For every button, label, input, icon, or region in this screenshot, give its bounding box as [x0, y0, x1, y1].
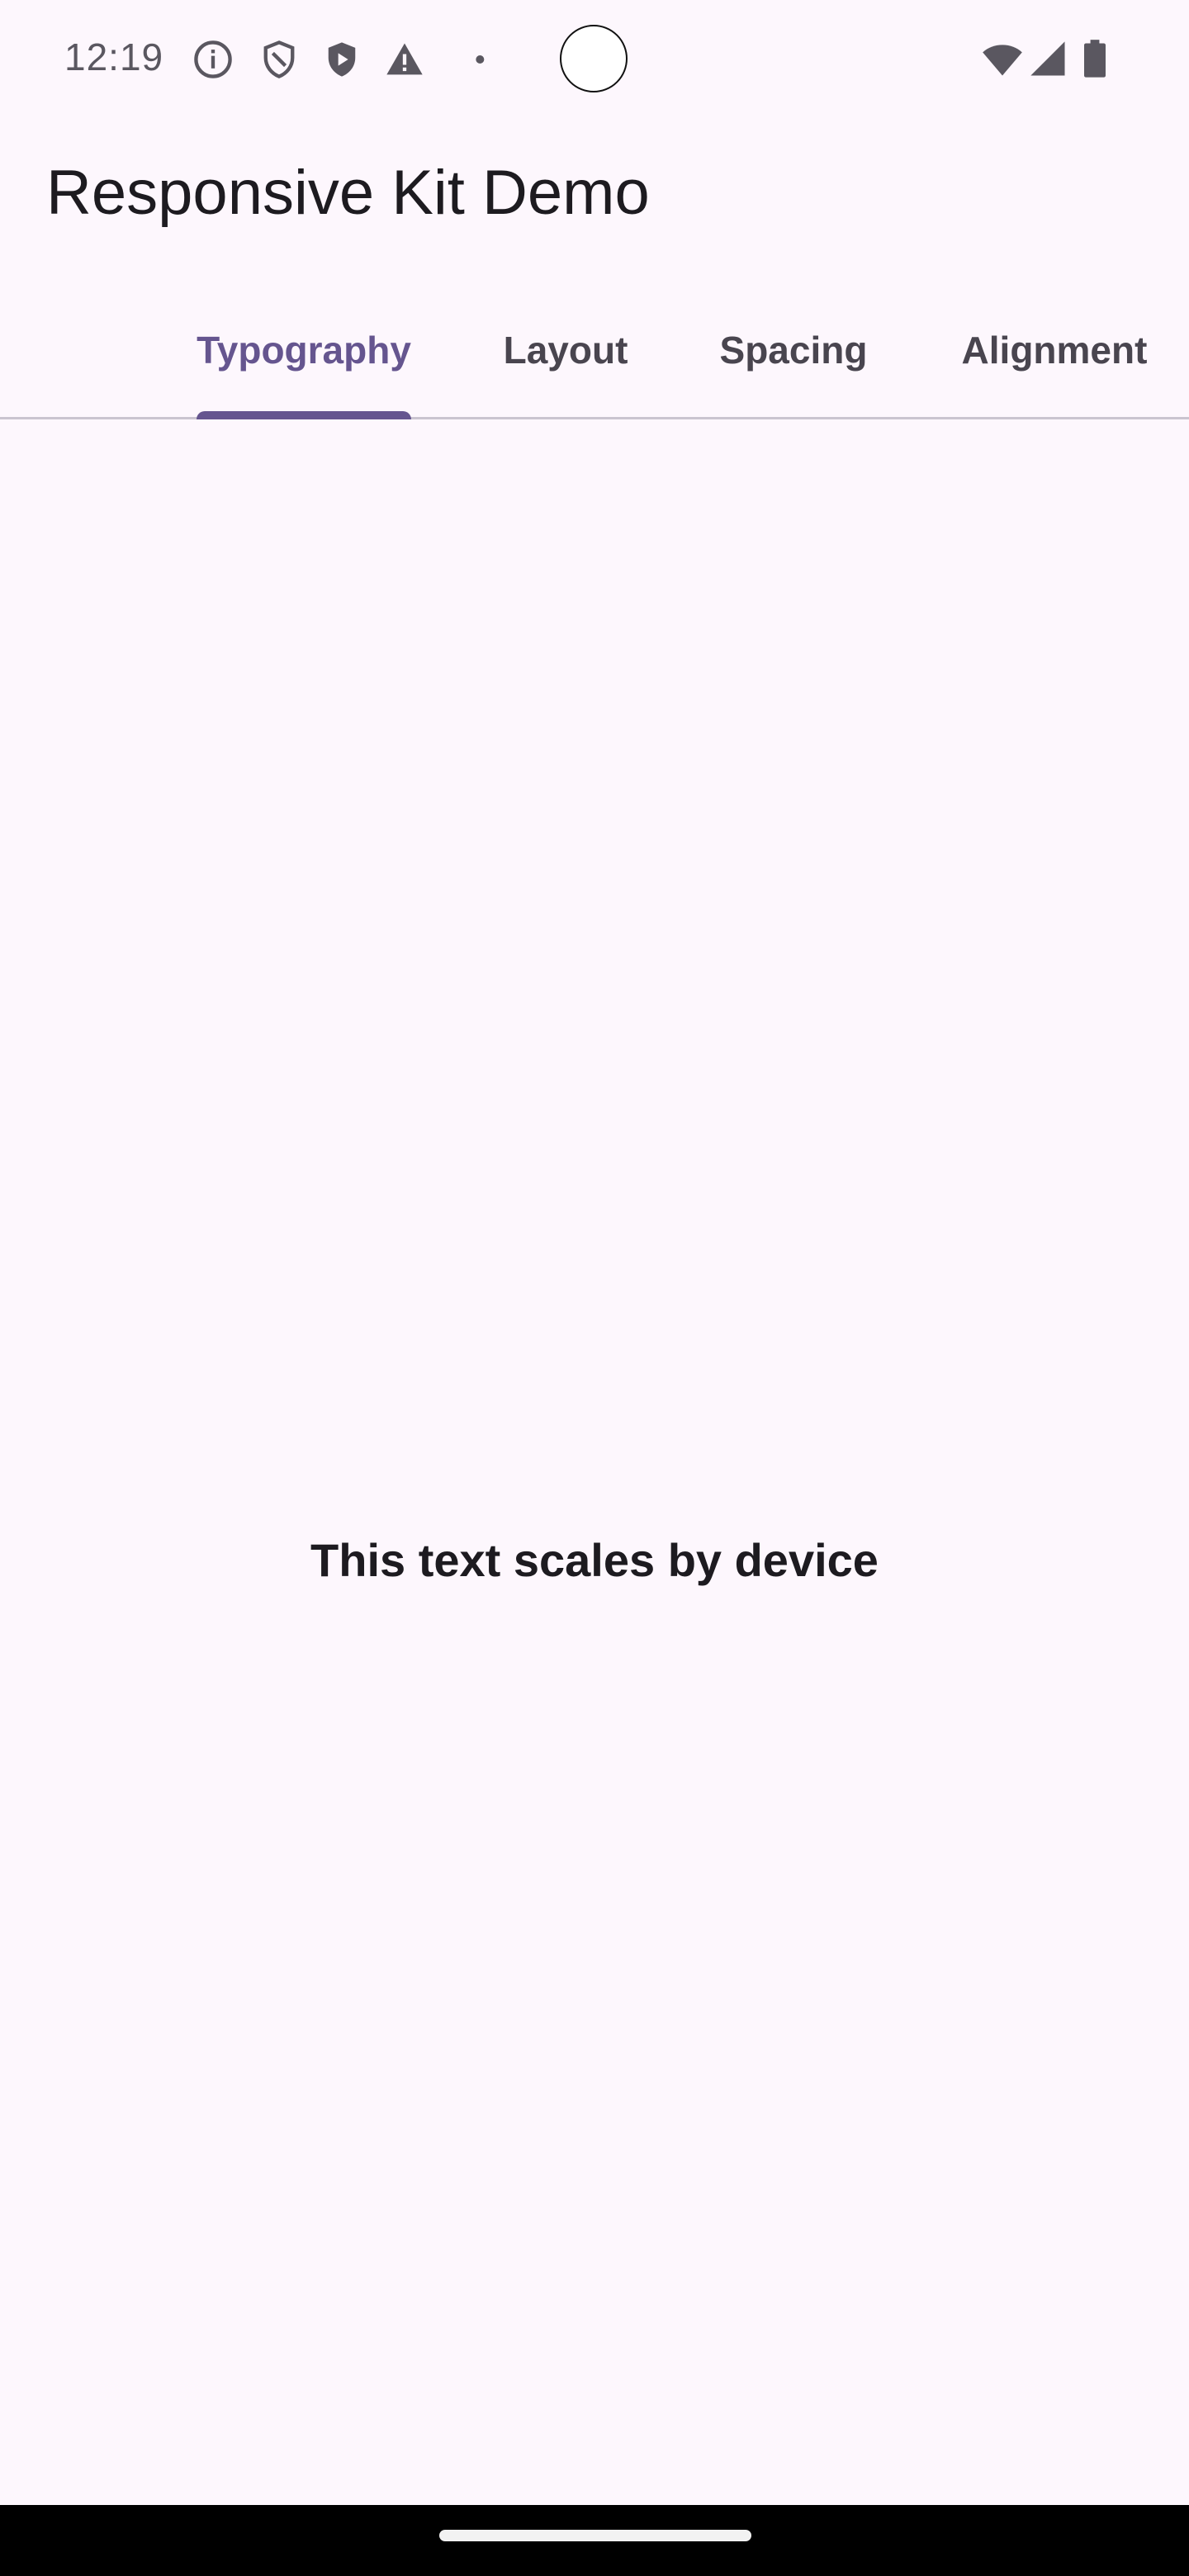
screen-corner-bottom-left — [0, 2526, 50, 2576]
warning-icon — [383, 38, 426, 81]
app-screen: 12:19 Responsive Kit Demo Typography Lay… — [0, 0, 1189, 2576]
tab-label: Typography — [197, 329, 411, 372]
app-bar: Responsive Kit Demo — [0, 119, 1189, 281]
tab-bar: Typography Layout Spacing Alignment — [0, 281, 1189, 419]
tab-layout[interactable]: Layout — [479, 281, 652, 419]
navigation-bar — [0, 2505, 1189, 2576]
signal-icon — [1027, 38, 1070, 81]
wifi-icon — [979, 38, 1022, 81]
tab-content: This text scales by device — [0, 419, 1189, 2505]
screen-corner-bottom-right — [1139, 2526, 1189, 2576]
shield-outline-icon — [258, 38, 301, 81]
dot-icon — [452, 38, 495, 81]
status-time: 12:19 — [64, 36, 164, 78]
tab-spacing[interactable]: Spacing — [699, 281, 888, 419]
home-handle[interactable] — [439, 2530, 751, 2541]
info-icon — [192, 38, 234, 81]
camera-cutout — [560, 25, 628, 92]
scaled-text: This text scales by device — [310, 1533, 879, 1586]
battery-icon — [1078, 38, 1121, 81]
tab-typography[interactable]: Typography — [180, 281, 428, 419]
tab-alignment[interactable]: Alignment — [941, 281, 1168, 419]
status-bar: 12:19 — [0, 0, 1189, 119]
tab-label: Alignment — [961, 329, 1148, 372]
tab-label: Layout — [503, 329, 628, 372]
app-title: Responsive Kit Demo — [46, 158, 650, 228]
tab-label: Spacing — [719, 329, 868, 372]
tab-indicator — [197, 411, 411, 419]
shield-play-icon — [320, 38, 363, 81]
